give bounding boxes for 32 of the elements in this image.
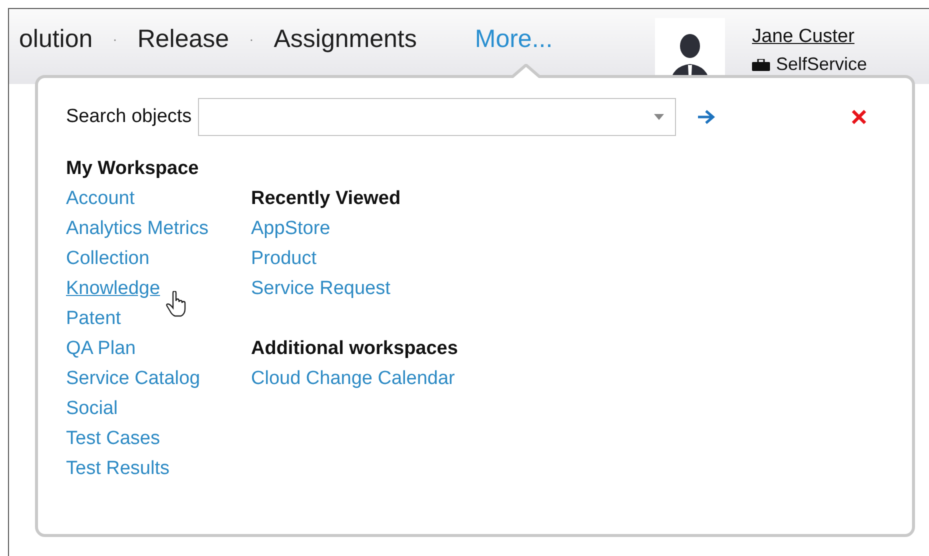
close-icon[interactable] [850,108,868,126]
search-field[interactable] [198,98,676,136]
recent-item-link[interactable]: Product [251,244,458,274]
briefcase-icon [752,58,770,70]
workspace-link[interactable]: Test Cases [66,424,160,454]
hand-cursor-icon [166,291,188,317]
workspace-link[interactable]: Patent [66,304,121,334]
workspace-link[interactable]: Test Results [66,454,170,484]
recent-item-link[interactable]: Service Request [251,274,458,304]
workspace-link[interactable]: Social [66,394,118,424]
user-role: SelfService [776,54,868,75]
workspace-link[interactable]: QA Plan [66,334,136,364]
workspace-link[interactable]: Analytics Metrics [66,214,209,244]
separator-dot: · [112,31,118,47]
nav-tab[interactable]: Release [137,24,230,54]
nav-tab[interactable]: Assignments [274,24,417,54]
workspace-link[interactable]: Knowledge [66,274,160,304]
dropdown-caret-icon [652,113,665,121]
section-heading: My Workspace [66,157,200,181]
workspace-link[interactable]: Collection [66,244,150,274]
go-arrow-icon[interactable] [696,108,716,126]
workspace-link[interactable]: Cloud Change Calendar [251,364,458,394]
separator-dot: · [249,31,254,47]
section-heading: Recently Viewed [251,187,402,211]
user-name-link[interactable]: Jane Custer [752,26,868,48]
recent-item-link[interactable]: AppStore [251,214,458,244]
nav-tab[interactable]: More... [474,24,553,54]
nav-tab[interactable]: olution [19,24,93,54]
search-label: Search objects [66,106,192,128]
workspace-link[interactable]: Account [66,184,135,214]
section-heading: Additional workspaces [251,337,458,361]
workspace-link[interactable]: Service Catalog [66,364,200,394]
